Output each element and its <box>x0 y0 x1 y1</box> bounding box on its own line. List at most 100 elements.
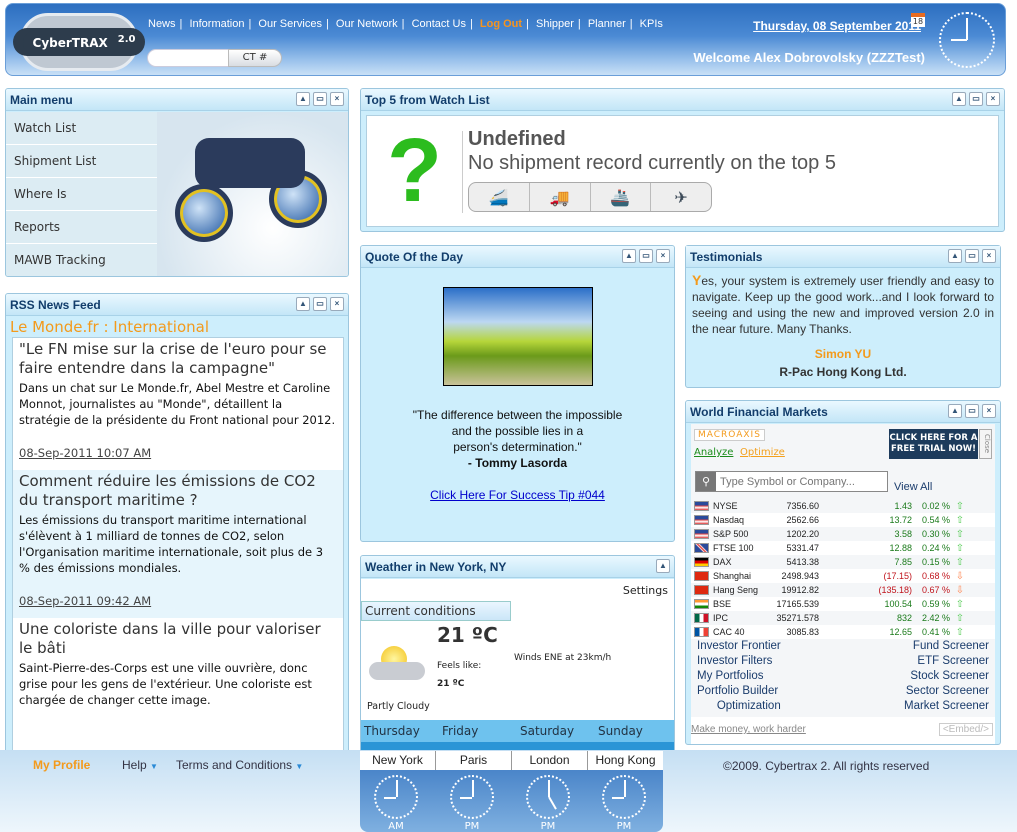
index-value: 1202.20 <box>786 529 819 539</box>
restore-icon[interactable]: ▭ <box>965 249 979 263</box>
restore-icon[interactable]: ▭ <box>969 92 983 106</box>
rss-item-title[interactable]: Comment réduire les émissions de CO2 du … <box>19 472 337 510</box>
calendar-icon[interactable]: 18 <box>911 13 925 27</box>
collapse-icon[interactable]: ▲ <box>296 297 310 311</box>
nav-shipper[interactable]: Shipper <box>536 18 574 30</box>
nav-log-out[interactable]: Log Out <box>480 18 522 30</box>
rss-item-date[interactable]: 08-Sep-2011 09:42 AM <box>19 594 337 608</box>
top5-message: No shipment record currently on the top … <box>468 152 836 174</box>
view-all-link[interactable]: View All <box>894 481 932 493</box>
market-row[interactable]: CAC 40 3085.83 12.65 0.41 % ⇧ <box>691 625 995 639</box>
menu-item-reports[interactable]: Reports <box>6 211 157 244</box>
collapse-icon[interactable]: ▲ <box>952 92 966 106</box>
market-row[interactable]: NYSE 7356.60 1.43 0.02 % ⇧ <box>691 499 995 513</box>
link-sector-screener[interactable]: Sector Screener <box>904 684 989 699</box>
market-row[interactable]: S&P 500 1202.20 3.58 0.30 % ⇧ <box>691 527 995 541</box>
current-date[interactable]: Thursday, 08 September 2011 <box>753 19 921 33</box>
index-name: S&P 500 <box>713 529 749 539</box>
plane-icon[interactable]: ✈ <box>651 183 711 211</box>
close-icon[interactable]: × <box>330 92 344 106</box>
market-row[interactable]: BSE 17165.539 100.54 0.59 % ⇧ <box>691 597 995 611</box>
rss-item-title[interactable]: Une coloriste dans la ville pour valoris… <box>19 620 337 658</box>
link-market-screener[interactable]: Market Screener <box>904 699 989 714</box>
menu-item-mawb-tracking[interactable]: MAWB Tracking <box>6 244 157 276</box>
market-row[interactable]: DAX 5413.38 7.85 0.15 % ⇧ <box>691 555 995 569</box>
menu-item-shipment-list[interactable]: Shipment List <box>6 145 157 178</box>
welcome-message: Welcome Alex Dobrovolsky (ZZZTest) <box>693 50 925 65</box>
my-profile-link[interactable]: My Profile <box>33 758 90 772</box>
rss-item-date[interactable]: 08-Sep-2011 10:07 AM <box>19 446 337 460</box>
optimize-link[interactable]: Optimize <box>740 447 785 458</box>
terms-menu[interactable]: Terms and Conditions ▼ <box>176 758 303 772</box>
success-tip-link[interactable]: Click Here For Success Tip #044 <box>361 488 674 502</box>
close-icon[interactable]: × <box>982 404 996 418</box>
link-optimization[interactable]: Optimization <box>697 699 781 714</box>
collapse-icon[interactable]: ▲ <box>622 249 636 263</box>
nav-kpis[interactable]: KPIs <box>640 18 663 30</box>
arrow-up-icon: ⇧ <box>955 556 965 568</box>
link-investor-filters[interactable]: Investor Filters <box>697 654 781 669</box>
collapse-icon[interactable]: ▲ <box>948 249 962 263</box>
help-menu[interactable]: Help ▼ <box>122 758 158 772</box>
link-etf-screener[interactable]: ETF Screener <box>904 654 989 669</box>
market-row[interactable]: Shanghai 2498.943 (17.15) 0.68 % ⇩ <box>691 569 995 583</box>
forecast-day: Saturday <box>520 724 575 738</box>
close-icon[interactable]: × <box>982 249 996 263</box>
embed-button[interactable]: <Embed/> <box>938 723 993 736</box>
collapse-icon[interactable]: ▲ <box>656 559 670 573</box>
close-icon[interactable]: × <box>330 297 344 311</box>
link-investor-frontier[interactable]: Investor Frontier <box>697 639 781 654</box>
close-icon[interactable]: × <box>986 92 1000 106</box>
nav-our-network[interactable]: Our Network <box>336 18 398 30</box>
nav-contact-us[interactable]: Contact Us <box>412 18 466 30</box>
restore-icon[interactable]: ▭ <box>639 249 653 263</box>
restore-icon[interactable]: ▭ <box>313 297 327 311</box>
restore-icon[interactable]: ▭ <box>313 92 327 106</box>
nav-information[interactable]: Information <box>189 18 244 30</box>
ship-icon[interactable]: 🚢 <box>591 183 652 211</box>
cybertrax-logo[interactable]: CyberTRAX 2.0 <box>12 13 146 71</box>
analyze-link[interactable]: Analyze <box>694 447 733 458</box>
weather-settings-link[interactable]: Settings <box>623 584 668 597</box>
flag-icon <box>694 557 709 567</box>
rail-icon[interactable]: 🚄 <box>469 183 530 211</box>
collapse-icon[interactable]: ▲ <box>948 404 962 418</box>
rss-item-desc: Saint-Pierre-des-Corps est une ville ouv… <box>19 661 312 707</box>
restore-icon[interactable]: ▭ <box>965 404 979 418</box>
market-row[interactable]: IPC 35271.578 832 2.42 % ⇧ <box>691 611 995 625</box>
market-row[interactable]: FTSE 100 5331.47 12.88 0.24 % ⇧ <box>691 541 995 555</box>
arrow-up-icon: ⇧ <box>955 528 965 540</box>
link-my-portfolios[interactable]: My Portfolios <box>697 669 781 684</box>
testimonials-title: Testimonials <box>690 250 763 264</box>
rss-source[interactable]: Le Monde.fr : International <box>6 316 348 338</box>
ct-number-input[interactable] <box>147 49 229 67</box>
truck-icon[interactable]: 🚚 <box>530 183 591 211</box>
ct-search-button[interactable]: CT # <box>228 49 282 67</box>
link-stock-screener[interactable]: Stock Screener <box>904 669 989 684</box>
search-icon[interactable]: ⚲ <box>696 472 716 491</box>
weather-panel: Weather in New York, NY ▲ Settings Curre… <box>360 555 675 755</box>
link-portfolio-builder[interactable]: Portfolio Builder <box>697 684 781 699</box>
market-row[interactable]: Nasdaq 2562.66 13.72 0.54 % ⇧ <box>691 513 995 527</box>
nav-our-services[interactable]: Our Services <box>258 18 322 30</box>
collapse-icon[interactable]: ▲ <box>296 92 310 106</box>
link-fund-screener[interactable]: Fund Screener <box>904 639 989 654</box>
free-trial-banner[interactable]: CLICK HERE FOR A FREE TRIAL NOW! <box>889 429 978 459</box>
market-row[interactable]: Hang Seng 19912.82 (135.18) 0.67 % ⇩ <box>691 583 995 597</box>
rss-item-title[interactable]: "Le FN mise sur la crise de l'euro pour … <box>19 340 337 378</box>
close-ad-button[interactable]: Close <box>979 429 992 459</box>
current-conditions-tab[interactable]: Current conditions <box>361 601 511 621</box>
menu-item-watch-list[interactable]: Watch List <box>6 112 157 145</box>
testimonial-company: R-Pac Hong Kong Ltd. <box>779 365 907 379</box>
close-icon[interactable]: × <box>656 249 670 263</box>
index-change: 12.88 <box>889 543 912 553</box>
macroaxis-logo[interactable]: MACROAXIS <box>694 429 765 441</box>
city-new-york: New York <box>360 751 436 770</box>
nav-news[interactable]: News <box>148 18 176 30</box>
symbol-search-input[interactable] <box>716 475 884 488</box>
tagline-link[interactable]: Make money, work harder <box>691 724 806 735</box>
index-value: 3085.83 <box>786 627 819 637</box>
index-percent: 0.02 % <box>921 501 950 511</box>
menu-item-where-is[interactable]: Where Is <box>6 178 157 211</box>
nav-planner[interactable]: Planner <box>588 18 626 30</box>
